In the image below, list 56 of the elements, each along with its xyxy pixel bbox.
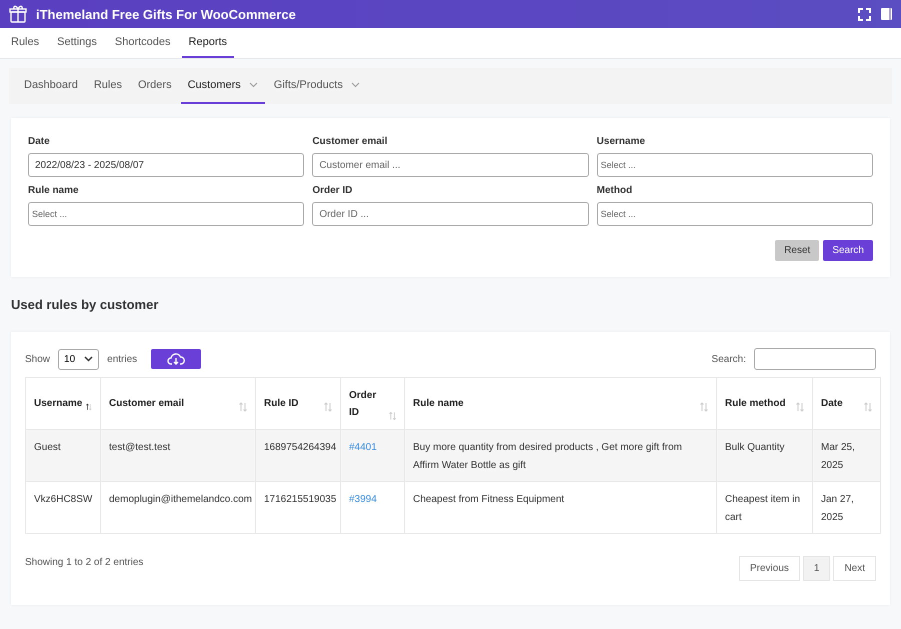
field-label: Order ID	[312, 185, 354, 196]
field-label: Method	[596, 185, 634, 196]
select-field[interactable]: Select ...	[28, 202, 304, 226]
table-cell: Mar 25, 2025	[812, 430, 880, 482]
section-title: Used rules by customer	[11, 297, 160, 312]
entries-label: entries	[107, 354, 138, 364]
field-label: Customer email	[312, 136, 388, 147]
search-button[interactable]: Search	[823, 240, 873, 261]
search-field[interactable]	[754, 348, 876, 370]
input-field[interactable]: Customer email ...	[312, 153, 589, 177]
table-cell: demoplugin@ithemelandco.com	[100, 482, 256, 534]
reset-button[interactable]: Reset	[775, 240, 820, 261]
table-cell: 1689754264394	[256, 430, 340, 482]
gift-icon	[8, 4, 28, 24]
nav-tab[interactable]: Reports	[182, 28, 234, 58]
table-cell: Cheapest item in cart	[716, 482, 812, 534]
field-label: Date	[28, 136, 51, 147]
select-field[interactable]: Select ...	[596, 153, 873, 177]
chevron-down-icon	[248, 82, 258, 88]
table-cell: Buy more quantity from desired products , Get more gift from Affirm Water Bottle as gift	[404, 430, 716, 482]
nav-tab[interactable]: Rules	[4, 28, 46, 58]
table-cell: Vkz6HC8SW	[26, 482, 100, 534]
next-button[interactable]: Next	[833, 556, 876, 581]
subnav-tab[interactable]: Orders	[130, 68, 179, 104]
select-field[interactable]: Select ...	[596, 202, 873, 226]
column-header[interactable]: Username	[26, 378, 100, 430]
table-cell: Jan 27, 2025	[812, 482, 880, 534]
field-label: Username	[596, 136, 646, 147]
table-cell: Guest	[26, 430, 100, 482]
subnav-tab[interactable]: Dashboard	[17, 68, 85, 104]
subnav-tab[interactable]: Customers	[180, 68, 265, 104]
nav-tab[interactable]: Shortcodes	[108, 28, 178, 58]
input-field[interactable]: 2022/08/23 - 2025/08/07	[28, 153, 304, 177]
nav-tab[interactable]: Settings	[50, 28, 104, 58]
page-size-select[interactable]: 10	[58, 348, 100, 370]
table-cell: Bulk Quantity	[716, 430, 812, 482]
fullscreen-icon[interactable]	[858, 8, 871, 20]
table-cell: Cheapest from Fitness Equipment	[404, 482, 716, 534]
subnav-tab[interactable]: Gifts/Products	[266, 68, 367, 104]
show-label: Show	[25, 354, 50, 364]
cloud-download-icon	[167, 352, 186, 366]
app-title: iThemeland Free Gifts For WooCommerce	[36, 6, 296, 22]
table-cell: 1716215519035	[256, 482, 340, 534]
entries-info: Showing 1 to 2 of 2 entries	[25, 557, 144, 568]
previous-button[interactable]: Previous	[738, 556, 800, 581]
input-field[interactable]: Order ID ...	[312, 202, 589, 226]
subnav-tab[interactable]: Rules	[86, 68, 129, 104]
chevron-down-icon	[350, 82, 360, 88]
column-header[interactable]: Rule name	[404, 378, 716, 430]
book-icon[interactable]	[880, 7, 893, 21]
table-cell: test@test.test	[100, 430, 256, 482]
chevron-down-icon	[84, 356, 94, 362]
search-label: Search:	[712, 354, 746, 364]
page-button[interactable]: 1	[802, 556, 830, 581]
download-button[interactable]	[151, 349, 202, 369]
field-label: Rule name	[28, 185, 80, 196]
